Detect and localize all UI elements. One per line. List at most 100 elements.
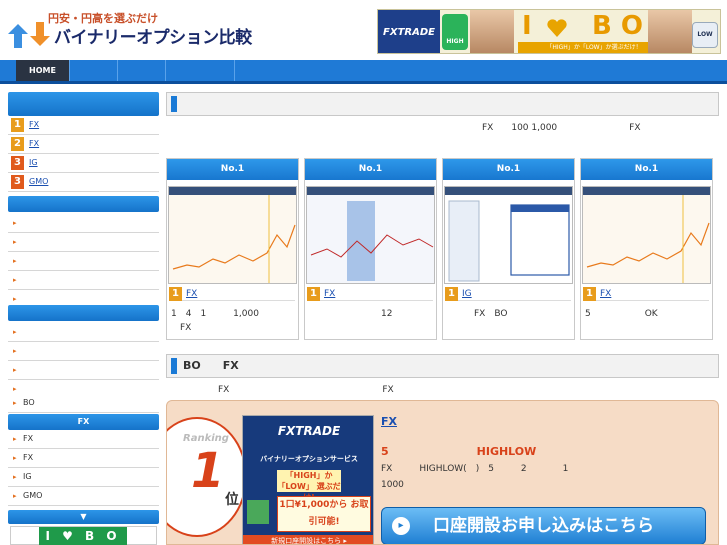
- sidebar-list-item[interactable]: ▸: [8, 361, 159, 380]
- sidebar-bo-item[interactable]: ▸ FX: [8, 449, 159, 468]
- up-arrow-icon: [247, 500, 269, 524]
- bullet-icon: ▸: [13, 366, 17, 374]
- sidebar-rank-link[interactable]: IG: [29, 154, 38, 172]
- sidebar-bo-item[interactable]: ▸ GMO: [8, 487, 159, 506]
- card-description: FX BO: [447, 309, 508, 319]
- main-content: FX 100 1,000 FX No.1 1 FX 1 4 1 1,000 FX…: [166, 92, 719, 545]
- sidebar-list-item[interactable]: ▸: [8, 342, 159, 361]
- section-marker: [171, 358, 177, 374]
- card-broker-name[interactable]: 1 IG: [445, 287, 571, 301]
- top-ad-banner[interactable]: FXTRADE HIGH I B O 「HIGH」か「LOW」か選ぶだけ！ LO…: [377, 9, 721, 54]
- banner-brand: FXTRADE: [378, 10, 440, 53]
- ad-footer-link[interactable]: 新規口座開設はこちら ▸: [243, 535, 373, 544]
- card-broker-link[interactable]: FX: [186, 287, 197, 301]
- sidebar-bo-item[interactable]: ▸ FX: [8, 430, 159, 449]
- sidebar-item-label: IG: [23, 472, 32, 481]
- sidebar-bo-item[interactable]: ▸ IG: [8, 468, 159, 487]
- bullet-icon: ▸: [13, 435, 17, 443]
- sidebar-bo-header-label: FX: [77, 417, 90, 426]
- sidebar-list-item[interactable]: ▸: [8, 214, 159, 233]
- bullet-icon: ▸: [13, 328, 17, 336]
- open-account-label: 口座開設お申し込みはこちら: [433, 516, 654, 536]
- ad-cta-text: 1口¥1,000から お取引可能!: [277, 496, 371, 532]
- card-description: 5 OK: [585, 309, 658, 319]
- rank-badge: 3: [11, 156, 24, 170]
- intro-text: FX 100 1,000 FX: [482, 123, 641, 133]
- sidebar-section-header: [8, 305, 159, 321]
- rank-number: 1: [191, 443, 225, 499]
- card-description: 1 4 1 1,000 FX: [171, 309, 259, 333]
- sidebar-section-header: [8, 196, 159, 212]
- card-broker-name[interactable]: 1 FX: [583, 287, 709, 301]
- card-broker-name[interactable]: 1 FX: [169, 287, 295, 301]
- card-broker-link[interactable]: FX: [324, 287, 335, 301]
- sidebar-ranking-header: [8, 92, 159, 116]
- sidebar-list-item[interactable]: ▸ BO: [8, 394, 159, 413]
- ad-highlow-text: 「HIGH」か「LOW」 選ぶだけ!: [277, 470, 341, 502]
- sidebar-rank-item[interactable]: 1 FX: [8, 116, 159, 135]
- rank-badge: 1: [307, 287, 320, 301]
- banner-model-image-2: [648, 10, 692, 53]
- sidebar-item-label: FX: [23, 453, 34, 462]
- heart-icon: [547, 19, 567, 37]
- sidebar-list-item[interactable]: ▸: [8, 252, 159, 271]
- global-nav: HOME: [0, 60, 727, 84]
- platform-screenshot[interactable]: [582, 186, 711, 284]
- rank-badge: 1: [11, 118, 24, 132]
- sidebar-list-item[interactable]: ▸: [8, 233, 159, 252]
- sidebar: 1 FX 2 FX 3 IG 3 GMO ▸ ▸ ▸ ▸ ▸ ▸ ▸ ▸ ▸ ▸…: [8, 92, 159, 545]
- card-header: No.1: [443, 159, 574, 180]
- sidebar-rank-link[interactable]: GMO: [29, 173, 48, 191]
- sidebar-bo-header: FX: [8, 414, 159, 430]
- platform-screenshot[interactable]: [168, 186, 297, 284]
- bullet-icon: ▸: [13, 399, 17, 407]
- ad-service-text: バイナリーオプションサービス: [260, 455, 358, 463]
- nav-tab-3[interactable]: [118, 60, 166, 81]
- nav-home[interactable]: HOME: [16, 60, 70, 81]
- ranking-entry: Ranking 1 位 FXTRADE バイナリーオプションサービス 「HIGH…: [166, 400, 719, 545]
- banner-model-image: [470, 10, 514, 53]
- sidebar-rank-link[interactable]: FX: [29, 116, 39, 134]
- sidebar-rank-item[interactable]: 2 FX: [8, 135, 159, 154]
- chevron-down-icon: ▼: [80, 512, 87, 521]
- banner-low-badge: LOW: [692, 22, 718, 48]
- sidebar-ad-banner[interactable]: I ♥ B O: [10, 526, 157, 545]
- sidebar-banner-header: ▼: [8, 510, 159, 524]
- section-title: BO FX: [183, 359, 239, 372]
- card-broker-name[interactable]: 1 FX: [307, 287, 433, 301]
- banner-high-badge: HIGH: [442, 14, 468, 50]
- header: 円安・円高を選ぶだけ バイナリーオプション比較 FXTRADE HIGH I B…: [0, 0, 727, 60]
- bullet-icon: ▸: [13, 219, 17, 227]
- rank-badge: 1: [583, 287, 596, 301]
- rank-emblem: Ranking 1 位: [167, 417, 247, 537]
- site-logo[interactable]: 円安・円高を選ぶだけ バイナリーオプション比較: [8, 10, 258, 52]
- nav-tab-4[interactable]: [166, 60, 235, 81]
- sidebar-rank-item[interactable]: 3 IG: [8, 154, 159, 173]
- sidebar-rank-item[interactable]: 3 GMO: [8, 173, 159, 192]
- broker-card: No.1 1 FX 12: [304, 158, 437, 340]
- site-title: バイナリーオプション比較: [54, 28, 252, 48]
- platform-screenshot[interactable]: [306, 186, 435, 284]
- nav-tab-2[interactable]: [70, 60, 118, 81]
- rank-unit: 位: [225, 492, 239, 508]
- sidebar-rank-link[interactable]: FX: [29, 135, 39, 153]
- platform-screenshot[interactable]: [444, 186, 573, 284]
- broker-ad-image[interactable]: FXTRADE バイナリーオプションサービス 「HIGH」か「LOW」 選ぶだけ…: [242, 415, 374, 544]
- bullet-icon: ▸: [13, 454, 17, 462]
- broker-card: No.1 1 IG FX BO: [442, 158, 575, 340]
- rank-badge: 1: [445, 287, 458, 301]
- broker-link[interactable]: FX: [381, 415, 397, 428]
- sidebar-list-item[interactable]: ▸: [8, 271, 159, 290]
- open-account-button[interactable]: ▸ 口座開設お申し込みはこちら: [381, 507, 706, 544]
- page: 円安・円高を選ぶだけ バイナリーオプション比較 FXTRADE HIGH I B…: [0, 0, 727, 545]
- section-marker: [171, 96, 177, 112]
- card-broker-link[interactable]: FX: [600, 287, 611, 301]
- sidebar-list-item[interactable]: ▸: [8, 323, 159, 342]
- broker-card: No.1 1 FX 5 OK: [580, 158, 713, 340]
- card-broker-link[interactable]: IG: [462, 287, 472, 301]
- banner-bo-text: B O: [592, 11, 643, 41]
- bullet-icon: ▸: [13, 257, 17, 265]
- ranking-info: FX 5 HIGHLOW FX HIGHLOW( ) 5 2 1 1000: [381, 415, 711, 495]
- rank-badge: 1: [169, 287, 182, 301]
- highlight-text: 5 HIGHLOW: [381, 445, 537, 458]
